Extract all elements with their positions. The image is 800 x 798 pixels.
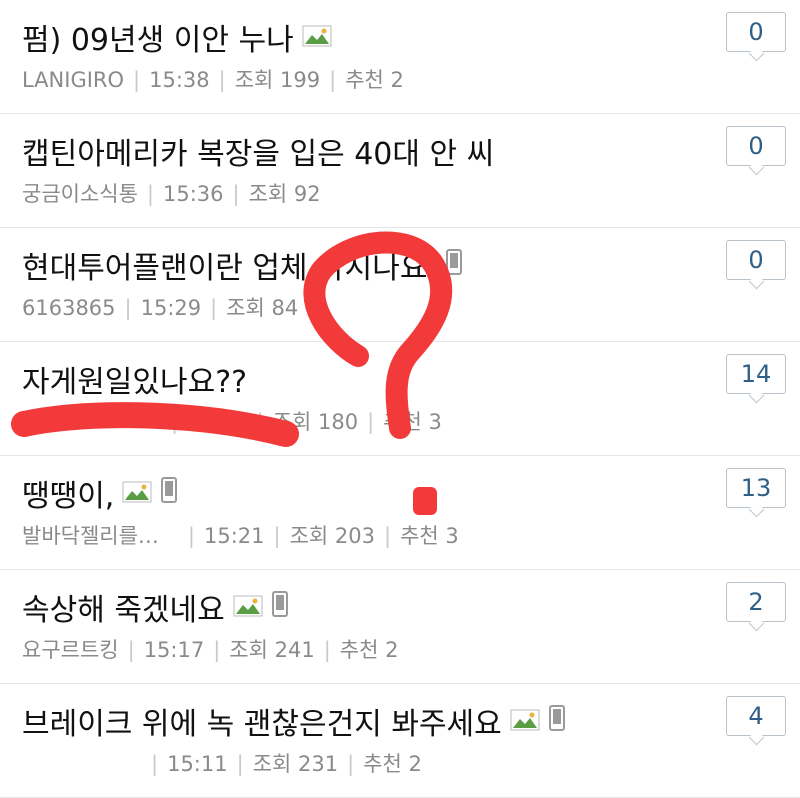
divider: | [171,410,179,434]
post-author[interactable]: 요구르트킹 [22,638,119,662]
post-meta: | 15:11 | 조회 231 | 추천 2 [22,748,422,778]
post-time: 15:29 [140,296,202,320]
post-title-row[interactable]: 현대투어플랜이란 업체 아시나요. [22,243,463,287]
post-meta: 6163865 | 15:29 | 조회 84 [22,292,298,322]
divider: | [218,68,226,92]
post-views: 조회 199 [234,68,321,92]
post-title[interactable]: 펌) 09년생 이안 누나 [22,15,294,59]
divider: | [146,182,154,206]
post-meta: | 15:22 | 조회 180 | 추천 3 [22,406,442,436]
post-row[interactable]: 펌) 09년생 이안 누나 LANIGIRO | 15:38 | 조회 199 | 추천 2… [0,0,800,114]
divider: | [256,410,264,434]
post-time: 15:11 [167,752,228,776]
post-title-row[interactable]: 자게원일있나요?? [22,357,247,401]
comment-count-badge[interactable]: 4 [726,696,786,736]
comment-count-badge[interactable]: 14 [726,354,786,394]
post-views: 조회 180 [272,410,359,434]
post-time: 15:38 [149,68,210,92]
post-views: 조회 92 [248,182,321,206]
post-row[interactable]: 캡틴아메리카 복장을 입은 40대 안 씨 궁금이소식통 | 15:36 | 조회 92… [0,114,800,228]
post-row[interactable]: 땡땡이, 발바닥젤리를… | 15:21 | 조회 203 | 추천 3 13 [0,456,800,570]
post-row[interactable]: 속상해 죽겠네요 요구르트킹 | 15:17 | 조회 241 | 추천 2 2 [0,570,800,684]
post-recommend: 추천 2 [363,752,422,776]
post-time: 15:17 [143,638,205,662]
post-author[interactable]: LANIGIRO [22,68,124,92]
image-icon [302,20,332,55]
post-title[interactable]: 브레이크 위에 녹 괜찮은건지 봐주세요 [22,699,502,743]
post-title-row[interactable]: 펌) 09년생 이안 누나 [22,15,332,59]
post-meta: 발바닥젤리를… | 15:21 | 조회 203 | 추천 3 [22,520,459,550]
mobile-icon [548,704,566,739]
post-views: 조회 84 [226,296,299,320]
post-title-row[interactable]: 속상해 죽겠네요 [22,585,289,629]
divider: | [213,638,221,662]
post-title[interactable]: 땡땡이, [22,471,114,515]
post-title-row[interactable]: 땡땡이, [22,471,178,515]
post-author[interactable]: 발바닥젤리를… [22,524,159,548]
post-recommend: 추천 2 [345,68,404,92]
post-list: 펌) 09년생 이안 누나 LANIGIRO | 15:38 | 조회 199 | 추천 2… [0,0,800,798]
post-views: 조회 231 [252,752,339,776]
post-row[interactable]: 브레이크 위에 녹 괜찮은건지 봐주세요 | 15:11 | 조회 231 | 추천 2 … [0,684,800,798]
post-title[interactable]: 자게원일있나요?? [22,357,247,401]
post-title[interactable]: 속상해 죽겠네요 [22,585,225,629]
image-icon [510,704,540,739]
post-title-row[interactable]: 캡틴아메리카 복장을 입은 40대 안 씨 [22,129,494,173]
post-recommend: 추천 3 [400,524,459,548]
mobile-icon [160,476,178,511]
divider: | [151,752,159,776]
mobile-icon [271,590,289,625]
post-title[interactable]: 캡틴아메리카 복장을 입은 40대 안 씨 [22,129,494,173]
divider: | [323,638,331,662]
divider: | [124,296,132,320]
post-meta: 요구르트킹 | 15:17 | 조회 241 | 추천 2 [22,634,398,664]
post-author[interactable]: 6163865 [22,296,116,320]
divider: | [347,752,355,776]
divider: | [232,182,240,206]
divider: | [273,524,281,548]
comment-count-badge[interactable]: 0 [726,240,786,280]
post-title-row[interactable]: 브레이크 위에 녹 괜찮은건지 봐주세요 [22,699,566,743]
divider: | [133,68,141,92]
post-views: 조회 241 [229,638,315,662]
post-recommend: 추천 2 [339,638,399,662]
post-title[interactable]: 현대투어플랜이란 업체 아시나요. [22,243,437,287]
post-recommend: 추천 3 [383,410,442,434]
post-meta: LANIGIRO | 15:38 | 조회 199 | 추천 2 [22,64,404,94]
post-row[interactable]: 자게원일있나요?? | 15:22 | 조회 180 | 추천 3 14 [0,342,800,456]
divider: | [329,68,337,92]
divider: | [127,638,135,662]
comment-count-badge[interactable]: 13 [726,468,786,508]
divider: | [367,410,375,434]
comment-count-badge[interactable]: 0 [726,126,786,166]
divider: | [187,524,195,548]
post-time: 15:21 [204,524,265,548]
divider: | [210,296,218,320]
post-row[interactable]: 현대투어플랜이란 업체 아시나요. 6163865 | 15:29 | 조회 84 0 [0,228,800,342]
comment-count-badge[interactable]: 2 [726,582,786,622]
post-views: 조회 203 [289,524,376,548]
post-meta: 궁금이소식통 | 15:36 | 조회 92 [22,178,321,208]
comment-count-badge[interactable]: 0 [726,12,786,52]
image-icon [233,590,263,625]
image-icon [122,476,152,511]
post-time: 15:22 [187,410,248,434]
divider: | [384,524,392,548]
post-author[interactable]: 궁금이소식통 [22,182,138,206]
mobile-icon [445,248,463,283]
divider: | [236,752,244,776]
post-time: 15:36 [163,182,224,206]
